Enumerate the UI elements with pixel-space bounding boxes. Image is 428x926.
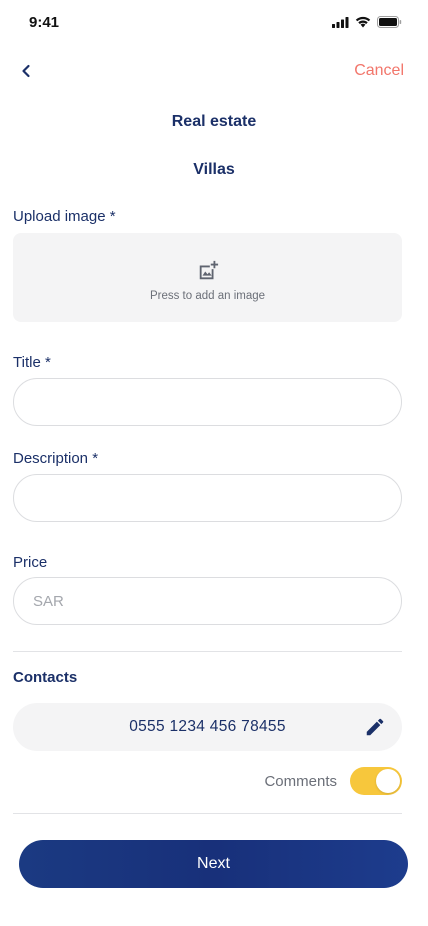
bottom-divider (13, 813, 402, 814)
status-bar: 9:41 (0, 0, 428, 44)
toggle-knob (376, 769, 400, 793)
battery-icon (377, 16, 402, 28)
next-button[interactable]: Next (19, 840, 408, 888)
subcategory-title: Villas (193, 161, 235, 178)
comments-toggle[interactable] (350, 767, 402, 795)
description-input[interactable] (13, 474, 402, 522)
upload-hint: Press to add an image (149, 289, 266, 302)
status-icons (332, 16, 402, 28)
cancel-button[interactable]: Cancel (354, 62, 404, 80)
category-title: Real estate (171, 113, 257, 130)
price-label: Price (13, 554, 48, 571)
wifi-icon (355, 16, 371, 28)
status-time: 9:41 (29, 14, 60, 31)
contacts-heading: Contacts (13, 669, 78, 686)
edit-contact-button[interactable] (364, 716, 386, 738)
cellular-signal-icon (332, 16, 349, 28)
add-photo-icon (199, 260, 218, 279)
title-input[interactable] (13, 378, 402, 426)
comments-label: Comments (264, 772, 337, 790)
upload-image-area[interactable]: Press to add an image (13, 233, 402, 322)
price-input[interactable] (13, 577, 402, 625)
contact-phone-field: 0555 1234 456 78455 (13, 703, 402, 751)
description-label: Description * (13, 450, 99, 467)
pencil-icon (366, 718, 384, 736)
section-divider (13, 651, 402, 652)
upload-image-label: Upload image * (13, 208, 116, 225)
comments-row: Comments (264, 767, 402, 795)
contact-phone-number: 0555 1234 456 78455 (129, 718, 286, 735)
back-button[interactable] (14, 58, 38, 84)
title-label: Title * (13, 354, 51, 371)
chevron-left-icon (22, 64, 30, 78)
